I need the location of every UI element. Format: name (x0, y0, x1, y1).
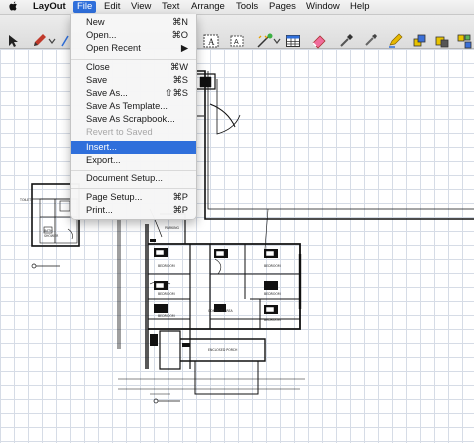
bedroom-label: BEDROOM (264, 292, 281, 296)
menu-separator (71, 59, 196, 60)
menu-item-save[interactable]: Save ⌘S (71, 74, 196, 87)
app-name-menu[interactable]: LayOut (33, 1, 66, 13)
menu-item-revert-to-saved: Revert to Saved (86, 127, 153, 137)
chevron-down-icon[interactable] (273, 32, 281, 50)
svg-text:A: A (234, 39, 239, 46)
menu-item-export[interactable]: Export... (71, 154, 196, 167)
shower-label: SHOWER (44, 234, 59, 238)
label-icon[interactable]: A (228, 32, 246, 50)
menu-item-save-as-scrapbook[interactable]: Save As Scrapbook... (71, 113, 196, 126)
style-icon[interactable] (386, 32, 404, 50)
menu-separator (71, 188, 196, 189)
menu-item-save-as-template[interactable]: Save As Template... (71, 100, 196, 113)
menu-item-new[interactable]: New ⌘N (71, 16, 196, 29)
bedroom-label: BEDROOM (264, 318, 281, 322)
menu-tools[interactable]: Tools (236, 1, 258, 13)
file-menu-dropdown: New ⌘N Open... ⌘O Open Recent ▶ Close ⌘W Sav… (70, 14, 197, 220)
eyedropper-icon[interactable] (337, 32, 355, 50)
menu-edit[interactable]: Edit (104, 1, 120, 13)
common-area-label: COMMON AREA (208, 309, 234, 313)
menu-bar: LayOut File Edit View Text Arrange Tools… (0, 0, 474, 15)
menu-item-document-setup[interactable]: Document Setup... (71, 172, 196, 185)
apple-menu-icon[interactable] (9, 1, 18, 12)
bath-label: BATH (44, 229, 53, 233)
submenu-arrow-icon: ▶ (180, 43, 188, 53)
menu-separator (71, 170, 196, 171)
table-icon[interactable] (284, 32, 302, 50)
parking-label: PARKING (165, 226, 180, 230)
menu-view[interactable]: View (131, 1, 151, 13)
pencil-icon[interactable] (30, 32, 48, 50)
paint-icon[interactable] (361, 32, 379, 50)
menu-item-open[interactable]: Open... ⌘O (71, 29, 196, 42)
join-icon[interactable] (433, 32, 451, 50)
bedroom-label: BEDROOM (264, 264, 281, 268)
menu-pages[interactable]: Pages (269, 1, 296, 13)
menu-item-page-setup[interactable]: Page Setup... ⌘P (71, 191, 196, 204)
split-icon[interactable] (411, 32, 429, 50)
dimension-icon[interactable] (256, 32, 274, 50)
menu-help[interactable]: Help (350, 1, 370, 13)
bedroom-label: BEDROOM (158, 314, 175, 318)
menu-item-open-recent[interactable]: Open Recent ▶ (71, 42, 196, 55)
svg-text:A: A (208, 37, 215, 47)
menu-file[interactable]: File (73, 1, 97, 13)
select-arrow-icon[interactable] (4, 32, 22, 50)
line-tool-icon[interactable] (61, 32, 69, 50)
bedroom-label: BEDROOM (158, 292, 175, 296)
menu-item-save-as[interactable]: Save As... ⇧⌘S (71, 87, 196, 100)
chevron-down-icon[interactable] (47, 32, 57, 50)
menu-item-insert[interactable]: Insert... (71, 141, 196, 154)
menu-item-close[interactable]: Close ⌘W (71, 61, 196, 74)
explode-icon[interactable] (455, 32, 473, 50)
menu-arrange[interactable]: Arrange (191, 1, 225, 13)
text-box-icon[interactable]: A (202, 32, 220, 50)
menu-item-print[interactable]: Print... ⌘P (71, 204, 196, 217)
menu-window[interactable]: Window (306, 1, 340, 13)
menu-text[interactable]: Text (162, 1, 179, 13)
enclosed-porch-label: ENCLOSED PORCH (208, 348, 238, 352)
eraser-icon[interactable] (310, 32, 328, 50)
bedroom-label: BEDROOM (158, 264, 175, 268)
toilet-label: TOILET (19, 198, 31, 202)
